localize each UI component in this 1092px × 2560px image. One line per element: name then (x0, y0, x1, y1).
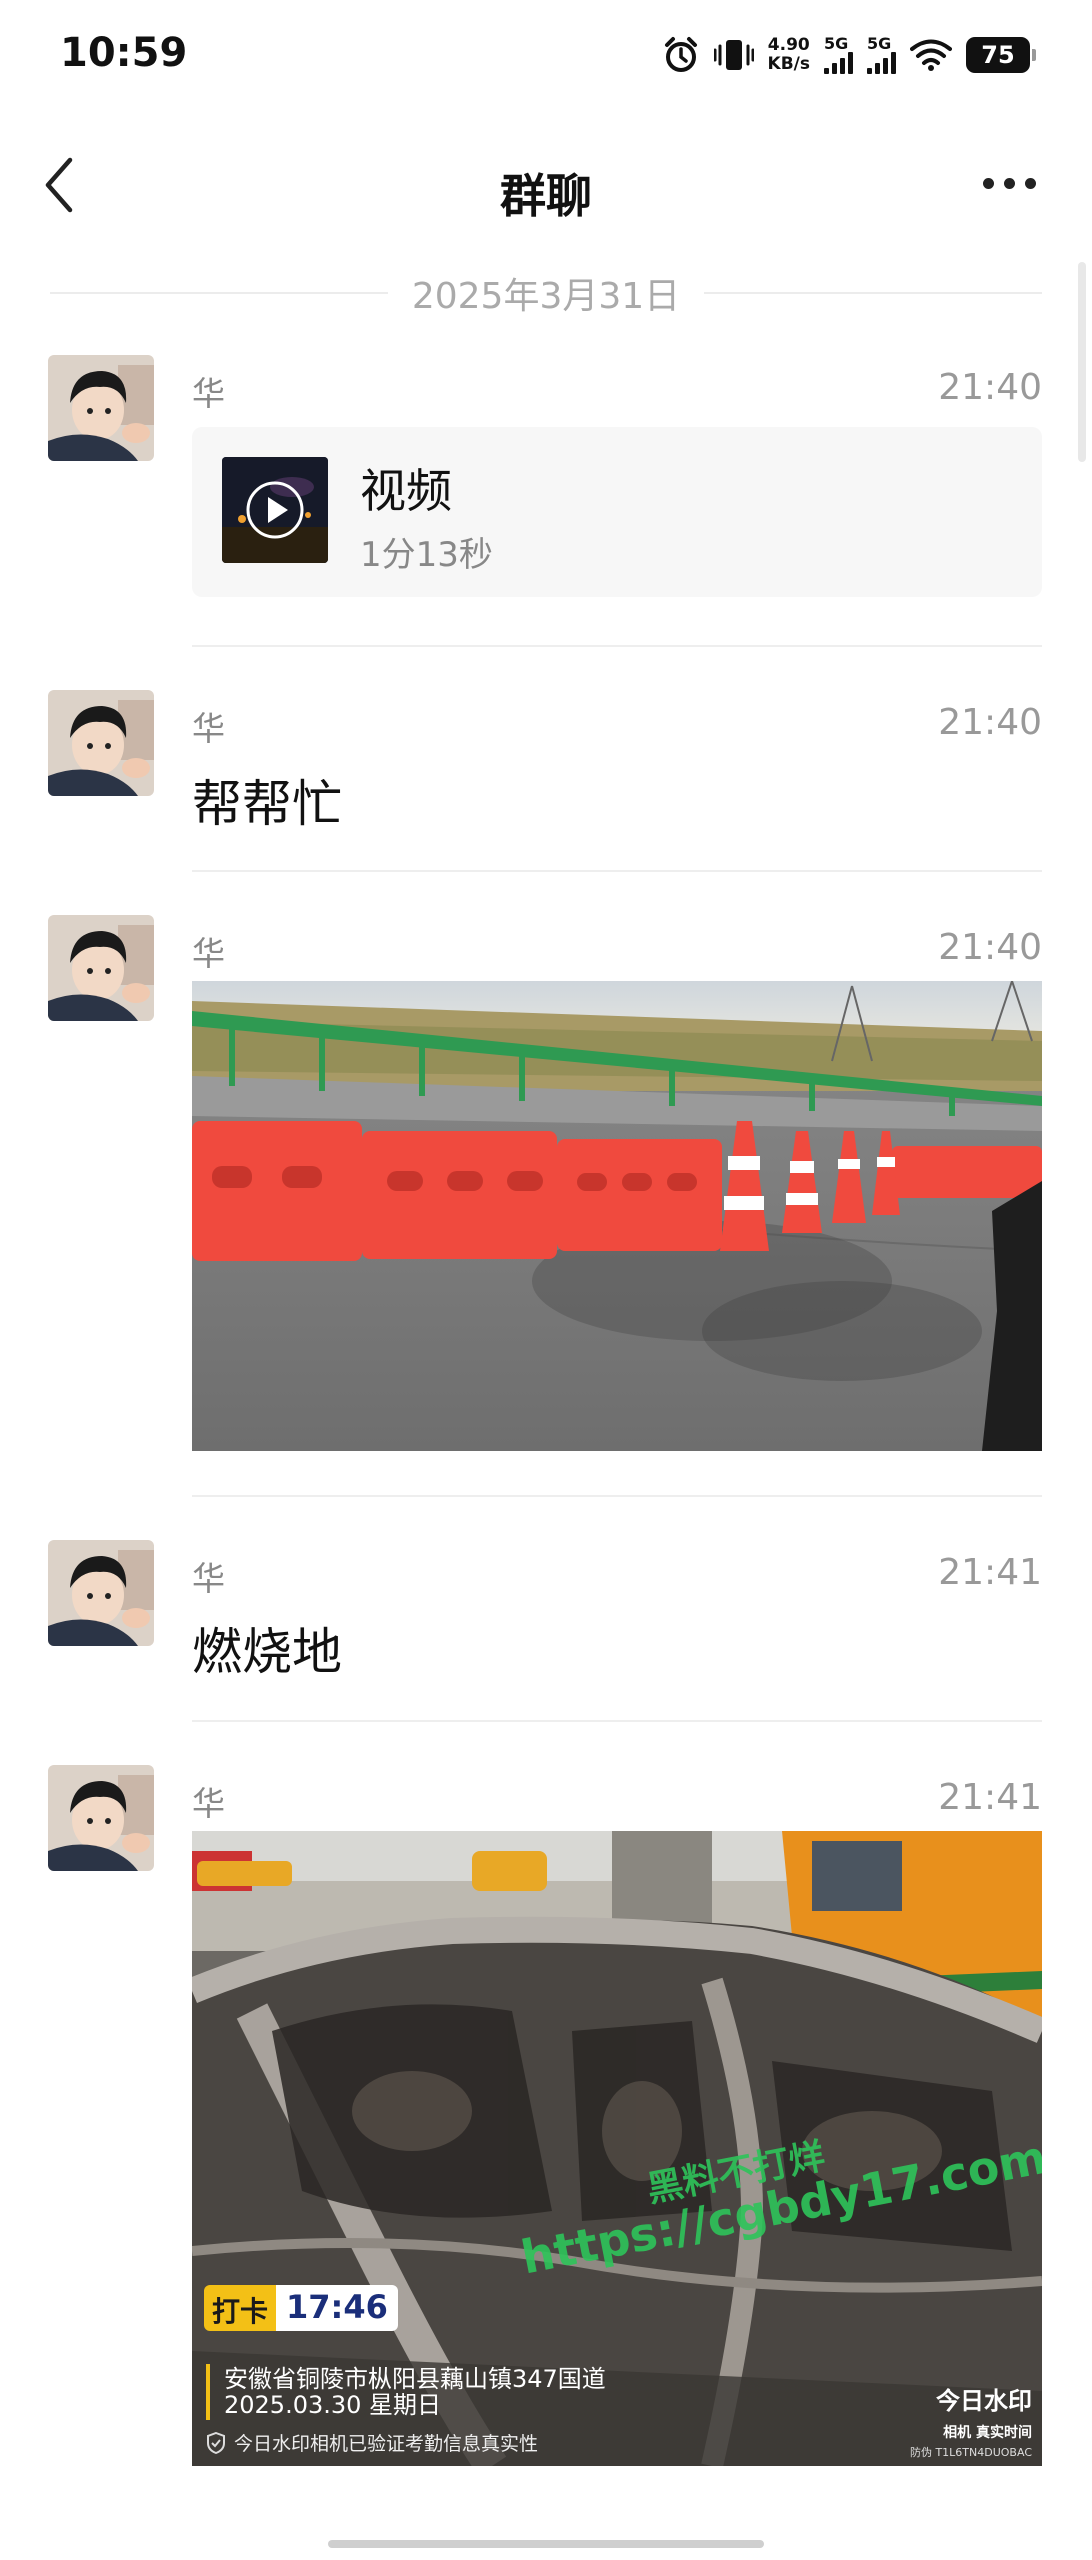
signal-bars-icon (867, 52, 896, 74)
alarm-icon (664, 37, 697, 72)
signal-sim1: 5G (824, 36, 853, 74)
video-thumbnail-image (222, 457, 328, 563)
more-options-button[interactable] (983, 178, 1036, 189)
chat-screen: 10:59 4.90 KB/s 5G 5G 75 群聊 2025年3月31日 华… (0, 0, 1092, 2560)
video-thumbnail (222, 457, 328, 563)
avatar-image (48, 1765, 154, 1871)
message-item: 华 21:40 视频 1分13秒 (0, 355, 1092, 655)
avatar-image (48, 355, 154, 461)
message-divider (192, 870, 1042, 872)
sender-name: 华 (192, 1559, 225, 1598)
image-message-burnt-car[interactable]: 黑料不打烊 https://cgbdy17.com 打卡 17:46 安徽省铜陵… (192, 1831, 1042, 2466)
sender-name: 华 (192, 709, 225, 748)
message-time: 21:41 (938, 1552, 1042, 1593)
network-speed: 4.90 KB/s (768, 36, 810, 74)
battery-icon: 75 (966, 37, 1036, 73)
more-dot-icon (1004, 178, 1015, 189)
message-text[interactable]: 帮帮忙 (192, 764, 342, 836)
vibrate-icon (713, 40, 754, 70)
page-title: 群聊 (500, 169, 592, 223)
watermark-id: 防伪 T1L6TN4DUOBAC (909, 2446, 1032, 2459)
image-message-road[interactable] (192, 981, 1042, 1451)
video-duration: 1分13秒 (360, 535, 493, 575)
message-time: 21:40 (938, 927, 1042, 968)
avatar-image (48, 915, 154, 1021)
message-item: 华 21:40 帮帮忙 (0, 690, 1092, 870)
sim1-label: 5G (824, 34, 849, 53)
avatar[interactable] (48, 1540, 154, 1646)
message-item: 华 21:41 黑料不打烊 https://cgbdy17.com 打卡 17:… (0, 1765, 1092, 2475)
message-time: 21:40 (938, 702, 1042, 743)
watermark-verify: 今日水印相机已验证考勤信息真实性 (206, 2429, 538, 2456)
home-indicator[interactable] (328, 2540, 764, 2548)
more-dot-icon (1025, 178, 1036, 189)
watermark-verify-text: 今日水印相机已验证考勤信息真实性 (234, 2433, 539, 2455)
message-divider (192, 645, 1042, 647)
sender-name: 华 (192, 1784, 225, 1823)
network-speed-value: 4.90 (767, 35, 810, 55)
message-divider (192, 1720, 1042, 1722)
watermark-brand-sub: 相机 真实时间 (943, 2425, 1032, 2441)
sender-name: 华 (192, 934, 225, 973)
message-item: 华 21:40 (0, 915, 1092, 1475)
signal-bars-icon (824, 52, 853, 74)
sender-name: 华 (192, 374, 225, 413)
scrollbar[interactable] (1078, 262, 1086, 462)
message-item: 华 21:41 燃烧地 (0, 1540, 1092, 1720)
message-divider (192, 1495, 1042, 1497)
avatar-image (48, 1540, 154, 1646)
status-bar: 10:59 4.90 KB/s 5G 5G 75 (0, 0, 1092, 110)
road-barrier-photo (192, 981, 1042, 1451)
wifi-icon (910, 39, 952, 71)
avatar[interactable] (48, 915, 154, 1021)
watermark-date: 2025.03.30 星期日 (206, 2390, 441, 2420)
more-dot-icon (983, 178, 994, 189)
network-speed-unit: KB/s (767, 54, 810, 74)
watermark-brand: 今日水印 (936, 2387, 1032, 2415)
status-icons: 4.90 KB/s 5G 5G 75 (662, 30, 1036, 80)
message-time: 21:40 (938, 367, 1042, 408)
avatar-image (48, 690, 154, 796)
avatar[interactable] (48, 1765, 154, 1871)
battery-level: 75 (981, 41, 1015, 69)
message-time: 21:41 (938, 1777, 1042, 1818)
checkin-label: 打卡 (204, 2285, 277, 2331)
nav-bar: 群聊 (0, 110, 1092, 270)
checkin-time: 17:46 (276, 2285, 398, 2331)
video-title: 视频 (360, 464, 452, 518)
signal-sim2: 5G (867, 36, 896, 74)
avatar[interactable] (48, 355, 154, 461)
avatar[interactable] (48, 690, 154, 796)
video-message-card[interactable]: 视频 1分13秒 (192, 427, 1042, 597)
date-separator-label: 2025年3月31日 (411, 276, 681, 317)
message-text[interactable]: 燃烧地 (192, 1612, 342, 1684)
checkin-badge: 打卡 17:46 (204, 2285, 398, 2331)
sim2-label: 5G (867, 34, 892, 53)
shield-check-icon (207, 2431, 225, 2454)
date-separator: 2025年3月31日 (50, 268, 1042, 318)
clock: 10:59 (60, 30, 188, 76)
